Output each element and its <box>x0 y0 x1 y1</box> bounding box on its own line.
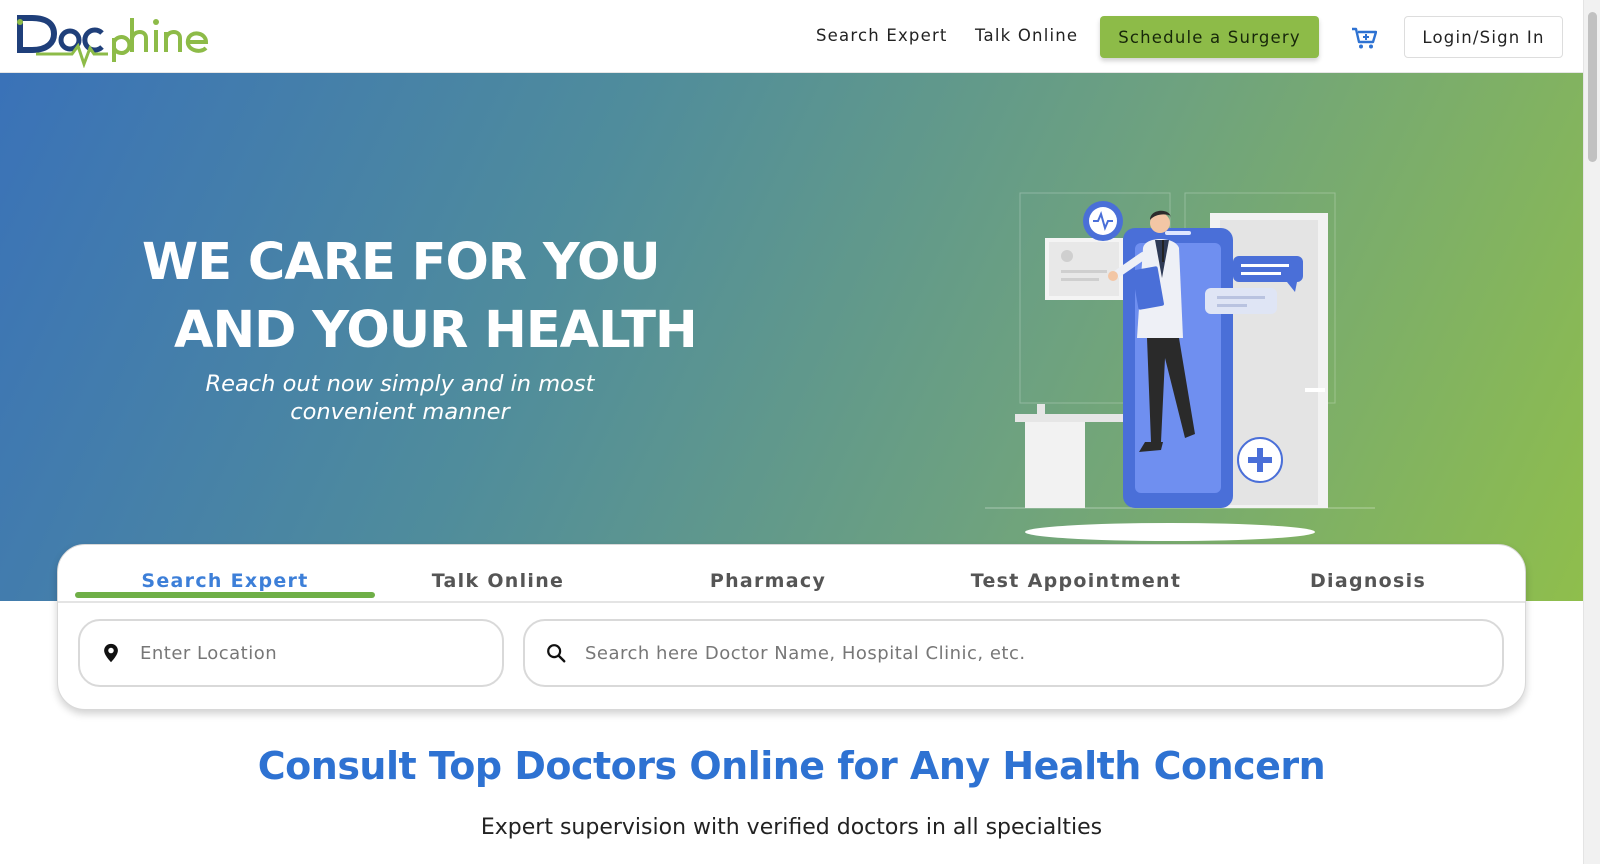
cart-icon[interactable] <box>1351 26 1377 50</box>
hero-title-line2: AND YOUR HEALTH <box>174 301 698 360</box>
search-icon <box>547 644 566 663</box>
site-header: Search Expert Talk Online Schedule a Sur… <box>0 0 1583 73</box>
page-scrollbar[interactable] <box>1583 0 1600 864</box>
consult-subheading: Expert supervision with verified doctors… <box>480 815 1103 840</box>
hero-title-line1: WE CARE FOR YOU <box>142 233 661 292</box>
hero-title: WE CARE FOR YOU AND YOUR HEALTH <box>120 229 720 365</box>
hero-banner: WE CARE FOR YOU AND YOUR HEALTH Reach ou… <box>0 73 1583 601</box>
nav-search-expert[interactable]: Search Expert <box>816 26 948 45</box>
search-field[interactable] <box>523 619 1504 687</box>
tab-test-appointment[interactable]: Test Appointment <box>916 561 1236 601</box>
active-tab-underline <box>75 592 375 598</box>
login-button[interactable]: Login/Sign In <box>1404 16 1563 58</box>
docphine-logo[interactable] <box>16 8 216 68</box>
tab-talk-online[interactable]: Talk Online <box>358 561 638 601</box>
search-card: Search Expert Talk Online Pharmacy Test … <box>57 544 1526 710</box>
tab-pharmacy[interactable]: Pharmacy <box>628 561 908 601</box>
tab-diagnosis[interactable]: Diagnosis <box>1228 561 1508 601</box>
scrollbar-thumb[interactable] <box>1588 12 1597 162</box>
doctor-illustration <box>985 192 1375 541</box>
location-field[interactable] <box>78 619 504 687</box>
hero-subtitle: Reach out now simply and in most conveni… <box>205 371 595 425</box>
location-input[interactable] <box>140 642 499 664</box>
location-pin-icon <box>104 643 118 663</box>
nav-talk-online[interactable]: Talk Online <box>975 26 1078 45</box>
schedule-surgery-button[interactable]: Schedule a Surgery <box>1100 16 1319 58</box>
search-input[interactable] <box>585 642 1416 664</box>
consult-heading: Consult Top Doctors Online for Any Healt… <box>257 744 1326 788</box>
tabs-divider <box>58 601 1525 603</box>
